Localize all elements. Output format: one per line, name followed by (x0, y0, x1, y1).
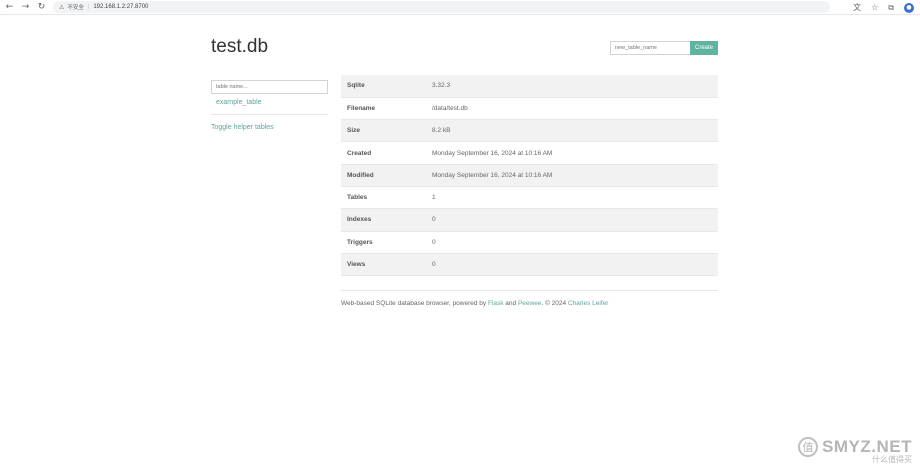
footer: Web-based SQLite database browser, power… (341, 300, 608, 307)
extensions-icon[interactable]: ⧉ (888, 3, 894, 13)
footer-prefix: Web-based SQLite database browser, power… (341, 300, 488, 307)
info-key: Indexes (341, 208, 432, 232)
new-table-name-input[interactable] (610, 41, 690, 55)
table-row: Indexes 0 (341, 208, 718, 232)
info-key: Modified (341, 164, 432, 187)
flask-link[interactable]: Flask (488, 300, 504, 307)
table-filter-input[interactable] (211, 80, 328, 94)
table-row: Sqlite 3.32.3 (341, 75, 718, 98)
table-row: Size 8.2 kB (341, 119, 718, 143)
browser-toolbar: ← → ↻ ⚠ 不安全 | 192.168.1.2:27.8700 文 ☆ ⧉ … (0, 0, 920, 15)
info-key: Created (341, 141, 432, 165)
info-key: Triggers (341, 231, 432, 254)
info-value: Monday September 16, 2024 at 10:16 AM (432, 141, 718, 165)
address-bar[interactable]: ⚠ 不安全 | 192.168.1.2:27.8700 (53, 1, 830, 13)
info-key: Sqlite (341, 75, 432, 98)
warning-icon: ⚠ (59, 3, 65, 11)
security-label: 不安全 (67, 5, 84, 11)
info-key: Views (341, 253, 432, 277)
create-table-form: Create (610, 41, 718, 55)
browser-actions: 文 ☆ ⧉ ● (853, 1, 914, 14)
watermark: 值 SMYZ.NET 什么值得买 (798, 437, 912, 464)
info-value: /data/test.db (432, 97, 718, 121)
footer-copyright: . © 2024 (541, 300, 568, 307)
author-link[interactable]: Charles Leifer (568, 300, 608, 307)
arrow-left-icon[interactable]: ← (3, 0, 16, 15)
table-row: Tables 1 (341, 186, 718, 210)
url-text: 192.168.1.2:27.8700 (93, 4, 149, 10)
sidebar-divider (211, 114, 328, 115)
sidebar: example_table Toggle helper tables (211, 75, 328, 131)
info-value: 0 (432, 208, 718, 232)
table-row: Filename /data/test.db (341, 97, 718, 121)
toggle-helper-tables-link[interactable]: Toggle helper tables (211, 124, 328, 131)
star-icon[interactable]: ☆ (871, 3, 878, 12)
info-key: Filename (341, 97, 432, 121)
table-row: Triggers 0 (341, 231, 718, 254)
translate-icon[interactable]: 文 (853, 2, 861, 13)
watermark-subtitle: 什么值得买 (872, 455, 912, 464)
table-row: Created Monday September 16, 2024 at 10:… (341, 141, 718, 165)
page-title: test.db (211, 36, 269, 57)
info-value: 0 (432, 253, 718, 277)
footer-divider (341, 290, 718, 291)
table-row: Views 0 (341, 253, 718, 277)
info-value: 0 (432, 231, 718, 254)
info-value: 1 (432, 186, 718, 210)
watermark-seal-icon: 值 (798, 437, 819, 457)
address-separator: | (87, 4, 90, 10)
table-row: Modified Monday September 16, 2024 at 10… (341, 164, 718, 187)
info-value: Monday September 16, 2024 at 10:16 AM (432, 164, 718, 187)
database-info-table: Sqlite 3.32.3 Filename /data/test.db Siz… (341, 75, 718, 277)
info-value: 8.2 kB (432, 119, 718, 143)
arrow-right-icon[interactable]: → (19, 0, 32, 15)
info-value: 3.32.3 (432, 75, 718, 98)
profile-icon[interactable]: ● (904, 2, 914, 13)
info-key: Size (341, 119, 432, 143)
reload-icon[interactable]: ↻ (35, 0, 48, 15)
sidebar-item-example-table[interactable]: example_table (216, 99, 328, 106)
create-button[interactable]: Create (690, 41, 718, 55)
footer-and: and (503, 300, 518, 307)
info-key: Tables (341, 186, 432, 210)
peewee-link[interactable]: Peewee (518, 300, 542, 307)
